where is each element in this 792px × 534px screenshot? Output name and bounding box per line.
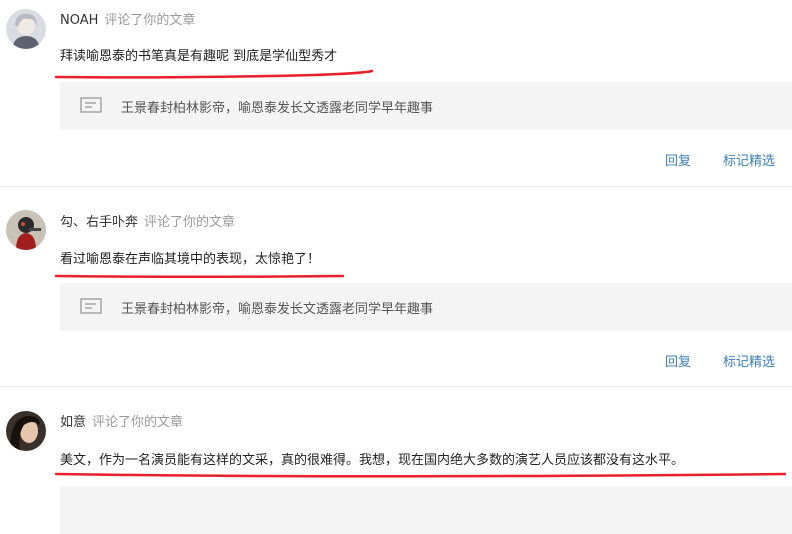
article-title: 王景春封柏林影帝，喻恩泰发长文透露老同学早年趣事 xyxy=(121,302,434,317)
article-reference[interactable]: 王景春封柏林影帝，喻恩泰发长文透露老同学早年趣事 xyxy=(60,82,792,130)
comment-text: 拜读喻恩泰的书笔真是有趣呢 到底是学仙型秀才 xyxy=(60,49,338,64)
comment-text: 看过喻恩泰在声临其境中的表现，太惊艳了！ xyxy=(60,252,321,267)
mark-featured-button[interactable]: 标记精选 xyxy=(723,150,775,169)
article-icon xyxy=(80,298,102,314)
mark-featured-button[interactable]: 标记精选 xyxy=(723,351,775,370)
annotation-underline xyxy=(54,69,374,79)
comment-header: 勾、右手卟奔 评论了你的文章 xyxy=(60,211,235,230)
reply-button[interactable]: 回复 xyxy=(665,351,691,370)
comment-header: 如意 评论了你的文章 xyxy=(60,411,183,430)
username[interactable]: NOAH xyxy=(60,13,98,28)
comment-item: NOAH 评论了你的文章 拜读喻恩泰的书笔真是有趣呢 到底是学仙型秀才 王景春封柏… xyxy=(0,0,792,186)
comment-item: 如意 评论了你的文章 美文，作为一名演员能有这样的文采，真的很难得。我想，现在国内… xyxy=(0,387,792,534)
reply-button[interactable]: 回复 xyxy=(665,150,691,169)
avatar[interactable] xyxy=(6,210,46,250)
comment-text: 美文，作为一名演员能有这样的文采，真的很难得。我想，现在国内绝大多数的演艺人员应… xyxy=(60,453,685,468)
article-reference[interactable]: 王景春封柏林影帝，喻恩泰发长文透露老同学早年趣事 xyxy=(60,283,792,331)
username[interactable]: 勾、右手卟奔 xyxy=(60,215,138,230)
comment-action-text: 评论了你的文章 xyxy=(104,13,196,28)
avatar[interactable] xyxy=(6,9,46,49)
comment-item: 勾、右手卟奔 评论了你的文章 看过喻恩泰在声临其境中的表现，太惊艳了！ 王景春封柏… xyxy=(0,187,792,386)
comment-header: NOAH 评论了你的文章 xyxy=(60,9,195,28)
avatar[interactable] xyxy=(6,411,46,451)
article-title: 王景春封柏林影帝，喻恩泰发长文透露老同学早年趣事 xyxy=(121,101,434,116)
article-reference[interactable] xyxy=(60,486,792,534)
comment-action-text: 评论了你的文章 xyxy=(92,415,184,430)
comment-action-text: 评论了你的文章 xyxy=(144,215,236,230)
username[interactable]: 如意 xyxy=(60,415,86,430)
article-icon xyxy=(80,97,102,113)
annotation-underline xyxy=(54,274,345,278)
annotation-underline xyxy=(54,472,787,478)
